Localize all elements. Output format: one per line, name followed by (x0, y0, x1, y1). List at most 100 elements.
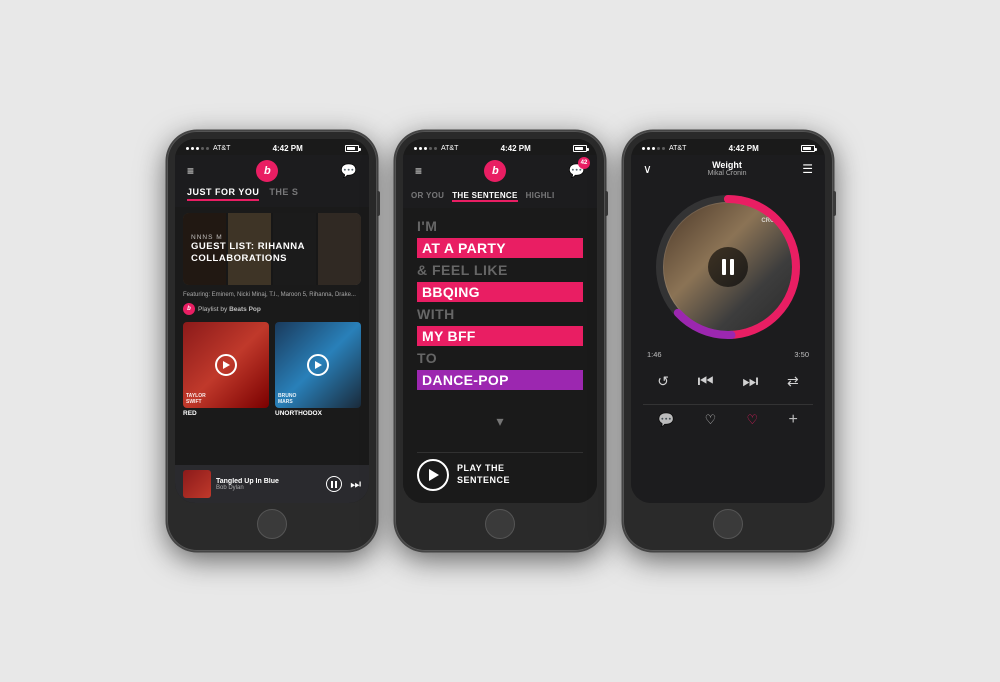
battery-fill (347, 147, 355, 150)
play-sentence-button[interactable] (417, 459, 449, 491)
home-button-3[interactable] (713, 509, 743, 539)
guest-overlay: NNNS M GUEST LIST: RIHANNA COLLABORATION… (183, 213, 361, 285)
notification-badge: 42 (578, 157, 590, 169)
pause-bar-right (730, 259, 734, 275)
guest-title: GUEST LIST: RIHANNA COLLABORATIONS (191, 241, 353, 264)
signal-dot (429, 147, 432, 150)
beats-logo-2[interactable]: b (484, 160, 506, 182)
favorite-button[interactable]: ♡ (705, 412, 717, 428)
sentence-line-to: TO (417, 350, 583, 366)
status-bar-2: AT&T 4:42 PM (403, 139, 597, 155)
status-bar-1: AT&T 4:42 PM (175, 139, 369, 155)
phones-container: AT&T 4:42 PM ≡ b 💬 JUST FOR YOU THE S (147, 111, 853, 571)
carrier-label: AT&T (213, 145, 230, 152)
battery-icon-3 (801, 145, 815, 152)
pause-button[interactable] (326, 476, 342, 492)
add-button[interactable]: + (788, 411, 797, 429)
scroll-content-1: NNNS M GUEST LIST: RIHANNA COLLABORATION… (175, 207, 369, 465)
sentence-tabs: OR YOU THE SENTENCE HIGHLI (403, 187, 597, 208)
guest-label: NNNS M (191, 234, 353, 241)
signal-dot (191, 147, 194, 150)
player-title-area: Weight Mikal Cronin (652, 160, 802, 177)
next-button[interactable]: ⏭ (350, 477, 361, 492)
signal-dot (414, 147, 417, 150)
pause-bar-1 (331, 481, 333, 488)
battery-area (345, 145, 359, 152)
sentence-line-im: I'M (417, 218, 583, 234)
play-circle-1[interactable] (215, 354, 237, 376)
chat-with-badge[interactable]: 💬 42 (569, 162, 585, 180)
queue-icon[interactable]: ☰ (802, 162, 813, 176)
album-cover-red[interactable]: TAYLORSWIFT (183, 322, 269, 408)
share-chat-button[interactable]: 💬 (658, 412, 674, 428)
beats-heart-button[interactable]: ♡ (747, 412, 759, 428)
play-sentence-label: PLAY THE SENTENCE (457, 463, 510, 486)
phone-1-screen: AT&T 4:42 PM ≡ b 💬 JUST FOR YOU THE S (175, 139, 369, 503)
tab-the-s[interactable]: THE S (269, 187, 298, 201)
tab-or-you[interactable]: OR YOU (411, 191, 444, 202)
phone-3-screen: AT&T 4:42 PM ∨ Weight Mikal Cronin ☰ (631, 139, 825, 503)
player-artist: Mikal Cronin (652, 170, 802, 177)
hamburger-icon-2[interactable]: ≡ (415, 164, 422, 178)
tab-the-sentence[interactable]: THE SENTENCE (452, 191, 517, 202)
circular-player: MIKALCRONIN (653, 192, 803, 342)
sentence-line-bbq: BBQING (417, 282, 583, 302)
sentence-content: I'M AT A PARTY & FEEL LIKE BBQING WITH M… (403, 208, 597, 503)
time-current: 1:46 (647, 350, 662, 359)
prev-button[interactable]: ⏮ (698, 371, 714, 392)
play-sentence-icon (429, 469, 439, 481)
phone-2: AT&T 4:42 PM ≡ b 💬 42 O (395, 131, 605, 551)
chat-icon[interactable]: 💬 (341, 163, 357, 179)
pause-bar-2 (335, 481, 337, 488)
sentence-line-genre: DANCE-POP (417, 370, 583, 390)
next-button-player[interactable]: ⏭ (742, 371, 758, 392)
album-title-blue: UNORTHODOX (275, 410, 361, 417)
signal-dot (652, 147, 655, 150)
tab-highlights[interactable]: HIGHLI (526, 191, 555, 202)
np-controls: ⏭ (326, 476, 361, 492)
status-time: 4:42 PM (273, 144, 303, 153)
pause-bar-left (722, 259, 726, 275)
repeat-button[interactable]: ↺ (657, 373, 669, 390)
time-display: 1:46 3:50 (643, 350, 813, 359)
home-button-2[interactable] (485, 509, 515, 539)
sentence-line-feel: & FEEL LIKE (417, 262, 583, 278)
guest-card: NNNS M GUEST LIST: RIHANNA COLLABORATION… (183, 213, 361, 285)
status-time-2: 4:42 PM (501, 144, 531, 153)
back-chevron-icon[interactable]: ∨ (643, 162, 652, 176)
tab-just-for-you[interactable]: JUST FOR YOU (187, 187, 259, 201)
shuffle-button[interactable]: ⇄ (787, 373, 799, 390)
pause-icon (331, 481, 337, 488)
sentence-arrow: ▾ (417, 409, 583, 434)
signal-area-3: AT&T (641, 145, 686, 152)
phone-3: AT&T 4:42 PM ∨ Weight Mikal Cronin ☰ (623, 131, 833, 551)
play-triangle-icon (223, 361, 230, 369)
album-item-blue: BRUNOMARS UNORTHODOX (275, 322, 361, 417)
np-title: Tangled Up In Blue (216, 478, 321, 485)
home-button-1[interactable] (257, 509, 287, 539)
album-cover-blue[interactable]: BRUNOMARS (275, 322, 361, 408)
album-art-text-2: BRUNOMARS (278, 393, 296, 405)
sentence-line-bff: MY BFF (417, 326, 583, 346)
np-thumbnail (183, 470, 211, 498)
signal-area: AT&T (185, 145, 230, 152)
hamburger-icon[interactable]: ≡ (187, 164, 194, 178)
playlist-badge: b Playlist by Beats Pop (175, 301, 369, 318)
np-info: Tangled Up In Blue Bob Dylan (216, 478, 321, 491)
player-content: MIKALCRONIN (631, 182, 825, 503)
album-title-red: RED (183, 410, 269, 417)
pause-center-button[interactable] (708, 247, 748, 287)
player-song-title: Weight (652, 160, 802, 170)
album-art-text: TAYLORSWIFT (186, 393, 206, 405)
play-circle-2[interactable] (307, 354, 329, 376)
tabs-bar-1: JUST FOR YOU THE S (175, 187, 369, 207)
top-nav-1: ≡ b 💬 (175, 155, 369, 187)
player-header: ∨ Weight Mikal Cronin ☰ (631, 155, 825, 182)
signal-dot (662, 147, 665, 150)
battery-icon (345, 145, 359, 152)
status-bar-3: AT&T 4:42 PM (631, 139, 825, 155)
battery-icon-2 (573, 145, 587, 152)
signal-dot (642, 147, 645, 150)
sentence-line-party: AT A PARTY (417, 238, 583, 258)
beats-logo[interactable]: b (256, 160, 278, 182)
